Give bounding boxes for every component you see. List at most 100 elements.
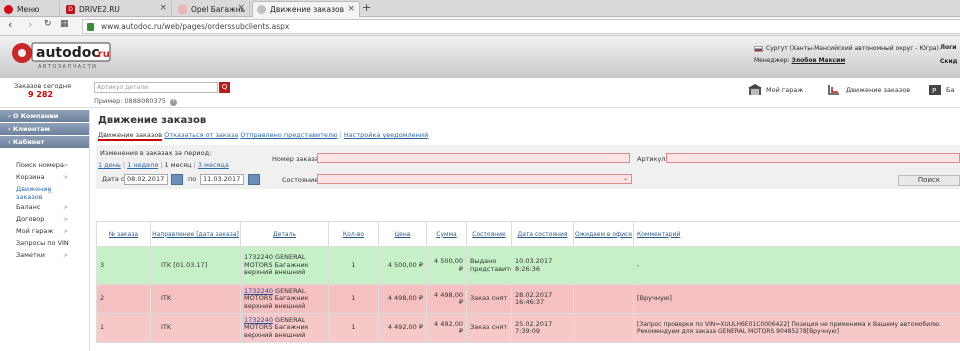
search-icon: Q: [221, 83, 228, 91]
table-row: 2 ITK 1732240 GENERAL MOTORS Багажник ве…: [96, 284, 960, 314]
orders-flow-icon: [828, 85, 839, 95]
balance-icon: P: [929, 85, 941, 95]
svg-text:P: P: [932, 87, 936, 95]
sidebar-item-cart[interactable]: Корзина >: [0, 172, 89, 184]
date-to-label: по: [188, 175, 197, 183]
col-state-date[interactable]: Дата состояния: [511, 221, 574, 247]
site-header: autodoc .ru АВТОЗАПЧАСТИ Сургут (Ханты-М…: [0, 36, 960, 78]
autodoc-icon: [257, 5, 266, 14]
date-from-input[interactable]: 08.02.2017: [124, 174, 168, 185]
tab-opel[interactable]: Opel Багажные дуги из а ×: [174, 1, 250, 17]
period-3months[interactable]: 3 месяца: [198, 161, 229, 169]
calendar-icon[interactable]: [248, 174, 260, 185]
calendar-icon[interactable]: [171, 174, 183, 185]
sidebar-item-orders-flow[interactable]: Движение заказов >: [0, 184, 52, 202]
chevron-right-icon: >: [63, 227, 69, 235]
chevron-right-icon: >: [63, 239, 69, 247]
tab-cancel-order[interactable]: Отказаться от заказа: [164, 131, 238, 139]
orders-today-label: Заказов сегодня: [14, 82, 72, 90]
order-number-label: Номер заказа: [272, 155, 319, 163]
table-header-row: № заказа Направление [дата заказа] Детал…: [96, 221, 960, 247]
col-order-number[interactable]: № заказа: [96, 221, 151, 247]
col-comment[interactable]: Комментарий: [633, 221, 960, 247]
chevron-down-icon: ⌄: [622, 175, 628, 182]
lock-icon: [87, 23, 94, 31]
tab-menu[interactable]: Меню: [0, 1, 60, 17]
opel-icon: [178, 4, 187, 14]
reload-icon[interactable]: ↻: [44, 19, 52, 29]
col-direction[interactable]: Направление [дата заказа]: [150, 221, 241, 247]
col-expected[interactable]: Ожидаем в офисе: [573, 221, 634, 247]
manager-link[interactable]: Злобов Максим: [791, 57, 845, 64]
balance-link[interactable]: P Ба: [928, 84, 954, 96]
garage-icon: [748, 84, 762, 95]
chevron-right-icon: >: [63, 251, 69, 259]
state-label: Состояние: [282, 176, 319, 184]
period-1week[interactable]: 1 неделя: [127, 161, 158, 169]
sidebar-item-garage[interactable]: Мой гараж >: [0, 226, 89, 238]
article-label: Артикул: [637, 155, 666, 163]
article-search-input[interactable]: Артикул детали: [94, 82, 218, 93]
sidebar-head-clients[interactable]: › Клиентам: [0, 123, 89, 135]
filter-panel: Изменения в заказах за период: 1 день | …: [96, 145, 960, 189]
find-button[interactable]: Поиск: [898, 175, 960, 186]
sidebar-head-cabinet[interactable]: › Кабинет: [0, 136, 89, 148]
sub-tabs: Движение заказов Отказаться от заказа От…: [98, 131, 429, 141]
new-tab-icon[interactable]: +: [362, 1, 371, 14]
chevron-right-icon: >: [63, 203, 69, 211]
col-price[interactable]: Цена: [378, 221, 427, 247]
col-state[interactable]: Состояние: [466, 221, 512, 247]
manager-info: Менеджер: Злобов Максим: [754, 57, 846, 64]
sidebar-item-notes[interactable]: Заметки >: [0, 250, 89, 262]
period-1day[interactable]: 1 день: [98, 161, 121, 169]
part-cell: 1732240 GENERAL MOTORS Багажник верхний …: [240, 313, 329, 343]
orders-today-count: 9 282: [28, 90, 54, 99]
tab-orders-flow[interactable]: Движение заказов: [98, 131, 163, 141]
chevron-right-icon: >: [63, 173, 69, 181]
article-input[interactable]: [666, 153, 960, 163]
forward-icon[interactable]: ›: [28, 18, 32, 31]
help-icon[interactable]: ?: [169, 99, 177, 106]
region-selector[interactable]: Сургут (Ханты-Мансийский автономный окру…: [754, 45, 939, 52]
period-1month[interactable]: 1 месяц: [164, 161, 191, 169]
tab-drive2[interactable]: D DRIVE2.RU ×: [62, 1, 172, 17]
autodoc-logo[interactable]: autodoc .ru АВТОЗАПЧАСТИ: [8, 38, 118, 72]
date-to-input[interactable]: 11.03.2017: [200, 174, 244, 185]
login-label[interactable]: Логи: [940, 44, 956, 51]
back-icon[interactable]: ‹: [8, 18, 12, 31]
browser-tab-bar: Меню D DRIVE2.RU × Opel Багажные дуги из…: [0, 0, 960, 17]
table-row: 3 ITK [01.03.17] 1732240 GENERAL MOTORS …: [96, 246, 960, 285]
close-icon[interactable]: ×: [159, 3, 167, 13]
svg-text:autodoc: autodoc: [36, 45, 100, 61]
col-sum[interactable]: Сумма: [426, 221, 467, 247]
search-button[interactable]: Q: [219, 82, 230, 93]
orders-flow-link[interactable]: Движение заказов: [824, 84, 910, 96]
sidebar: › О Компании › Клиентам › Кабинет Поиск …: [0, 109, 90, 351]
close-icon[interactable]: ×: [347, 4, 355, 14]
col-part[interactable]: Деталь: [240, 221, 329, 247]
tab-sent-to-rep[interactable]: Отправлено представителю: [240, 131, 337, 139]
flag-icon: [754, 45, 763, 52]
col-qty[interactable]: Кол-во: [328, 221, 379, 247]
date-from-label: Дата с: [102, 175, 125, 183]
speed-dial-icon[interactable]: ▦: [60, 19, 69, 29]
sidebar-item-search-number[interactable]: Поиск номера >: [0, 160, 89, 172]
close-icon[interactable]: ×: [237, 3, 245, 13]
drive2-icon: D: [66, 4, 75, 14]
sidebar-item-vin-requests[interactable]: Запросы по VIN >: [0, 238, 89, 250]
sidebar-item-contract[interactable]: Договор >: [0, 214, 89, 226]
chevron-right-icon: >: [63, 215, 69, 223]
sidebar-head-about[interactable]: › О Компании: [0, 110, 89, 122]
my-garage-link[interactable]: Мой гараж: [748, 84, 803, 96]
address-bar: ‹ › ↻ ▦ www.autodoc.ru/web/pages/orderss…: [0, 17, 960, 36]
tab-notify-settings[interactable]: Настройка уведомлений: [344, 131, 428, 139]
example-hint: Пример: 0888080375 ?: [94, 97, 177, 106]
chevron-right-icon: >: [63, 161, 69, 169]
opera-icon: [4, 4, 13, 14]
state-select[interactable]: ⌄: [317, 174, 632, 184]
sidebar-item-balance[interactable]: Баланс >: [0, 202, 89, 214]
url-field[interactable]: www.autodoc.ru/web/pages/orderssubclient…: [82, 19, 960, 34]
tab-autodoc[interactable]: Движение заказов ×: [252, 1, 360, 17]
order-number-input[interactable]: [317, 153, 630, 163]
period-links: 1 день | 1 неделя | 1 месяц | 3 месяца: [98, 161, 229, 169]
